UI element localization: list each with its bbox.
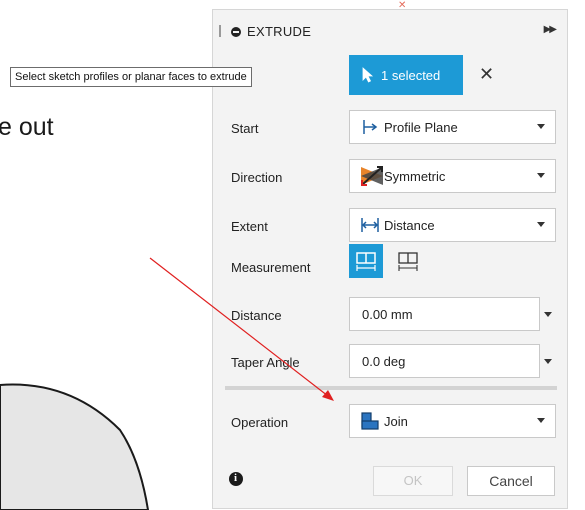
annotation-arrow xyxy=(149,257,334,401)
